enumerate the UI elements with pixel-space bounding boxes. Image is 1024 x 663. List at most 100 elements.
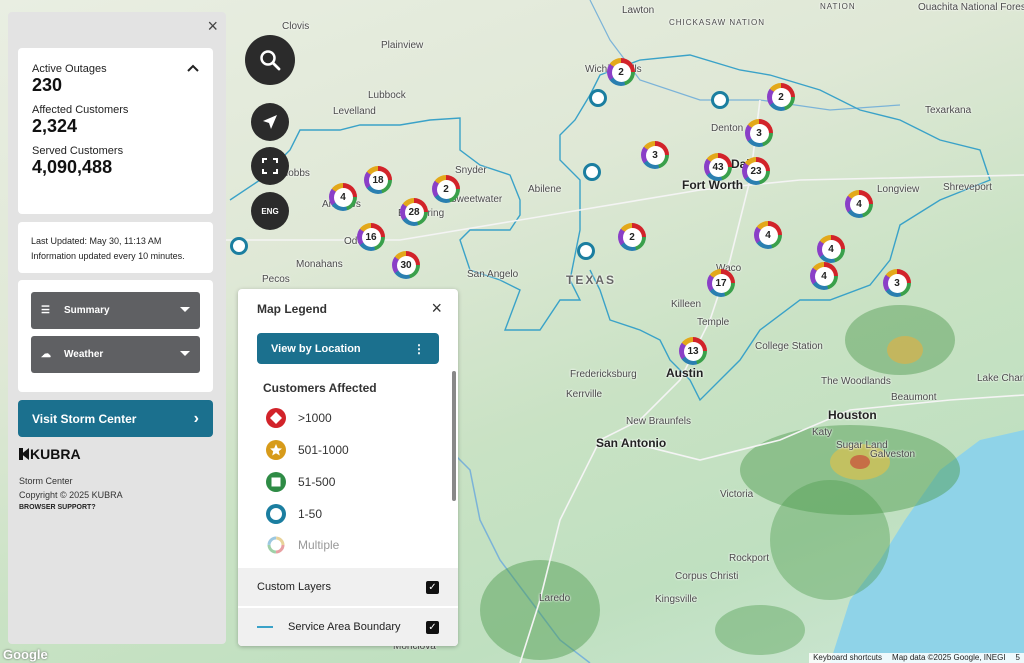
place-label: Houston	[828, 408, 877, 422]
outage-cluster[interactable]: 2	[618, 223, 646, 251]
green-square-icon	[266, 472, 286, 492]
cluster-count: 4	[758, 225, 778, 245]
outage-cluster[interactable]: 3	[745, 119, 773, 147]
legend-scrollbar[interactable]	[452, 371, 456, 501]
legend-item-label: 501-1000	[298, 443, 349, 457]
close-icon[interactable]: ×	[207, 16, 218, 37]
outage-cluster[interactable]: 2	[767, 83, 795, 111]
map-attribution: Keyboard shortcuts Map data ©2025 Google…	[809, 653, 1024, 663]
place-label: Beaumont	[891, 392, 937, 403]
custom-layers-checkbox[interactable]: ✓	[426, 580, 439, 594]
boundary-line-icon	[257, 626, 273, 628]
my-location-button[interactable]	[251, 103, 289, 141]
outage-marker-1-50[interactable]	[583, 163, 601, 181]
place-label: Lawton	[622, 5, 655, 16]
custom-layers-label: Custom Layers	[257, 581, 331, 593]
legend-item-1-50: 1-50	[265, 503, 322, 525]
place-label: Texarkana	[925, 105, 972, 116]
map-data-text: Map data ©2025 Google, INEGI	[892, 653, 1006, 662]
view-by-location-button[interactable]: View by Location ⋮	[257, 333, 439, 364]
outage-cluster[interactable]: 4	[810, 262, 838, 290]
outage-summary-panel: × Active Outages 230 Affected Customers …	[8, 12, 226, 644]
cluster-count: 23	[746, 161, 766, 181]
outage-cluster[interactable]: 28	[400, 198, 428, 226]
cluster-count: 43	[708, 157, 728, 177]
legend-item-label: >1000	[298, 411, 332, 425]
browser-support-link[interactable]: BROWSER SUPPORT?	[19, 504, 123, 511]
outage-cluster[interactable]: 18	[364, 166, 392, 194]
update-frequency-text: Information updated every 10 minutes.	[31, 251, 185, 261]
cluster-count: 2	[436, 179, 456, 199]
place-label: Levelland	[333, 106, 376, 117]
close-icon[interactable]: ×	[431, 298, 442, 319]
map-legend: Map Legend × View by Location ⋮ Customer…	[238, 289, 458, 646]
copyright-text: Copyright © 2025 KUBRA	[19, 490, 123, 500]
outage-cluster[interactable]: 2	[607, 58, 635, 86]
legend-item-over-1000: >1000	[265, 407, 332, 429]
place-label: Victoria	[720, 489, 754, 500]
outage-cluster[interactable]: 13	[679, 337, 707, 365]
service-area-row: Service Area Boundary ✓	[238, 608, 458, 646]
weather-dropdown[interactable]: ☁ Weather	[31, 336, 200, 373]
keyboard-shortcuts-link[interactable]: Keyboard shortcuts	[813, 653, 882, 663]
place-label: New Braunfels	[626, 416, 692, 427]
chevron-up-icon[interactable]	[185, 60, 201, 76]
summary-dropdown[interactable]: ☰ Summary	[31, 292, 200, 329]
outage-marker-1-50[interactable]	[577, 242, 595, 260]
fullscreen-button[interactable]	[251, 147, 289, 185]
outage-marker-1-50[interactable]	[589, 89, 607, 107]
outage-cluster[interactable]: 4	[817, 235, 845, 263]
outage-cluster[interactable]: 3	[883, 269, 911, 297]
cluster-count: 3	[749, 123, 769, 143]
place-label: Lake Charle	[977, 373, 1024, 384]
weather-label: Weather	[64, 349, 104, 360]
more-options-icon[interactable]: ⋮	[413, 342, 425, 356]
place-label: Kingsville	[655, 594, 698, 605]
search-button[interactable]	[245, 35, 295, 85]
outage-cluster[interactable]: 2	[432, 175, 460, 203]
place-label: Killeen	[671, 299, 702, 310]
outage-cluster[interactable]: 3	[641, 141, 669, 169]
kubra-logo: KUBRA	[19, 446, 123, 462]
outage-cluster[interactable]: 17	[707, 269, 735, 297]
place-label: Abilene	[528, 184, 562, 195]
legend-item-multiple: Multiple	[265, 534, 339, 556]
cluster-count: 4	[849, 194, 869, 214]
place-label: Pecos	[262, 274, 290, 285]
outage-cluster[interactable]: 43	[704, 153, 732, 181]
visit-storm-center-button[interactable]: Visit Storm Center ›	[18, 400, 213, 437]
place-label: Katy	[812, 427, 833, 438]
outage-cluster[interactable]: 4	[329, 183, 357, 211]
outage-cluster[interactable]: 16	[357, 223, 385, 251]
google-logo: Google	[3, 647, 48, 662]
outage-cluster[interactable]: 4	[754, 221, 782, 249]
place-label: Monahans	[296, 259, 343, 270]
place-label: Denton	[711, 123, 744, 134]
custom-layers-row: Custom Layers ✓	[238, 568, 458, 606]
place-label: Temple	[697, 317, 730, 328]
served-customers-value: 4,090,488	[32, 157, 113, 177]
service-area-checkbox[interactable]: ✓	[426, 620, 439, 634]
place-label: Laredo	[539, 593, 571, 604]
cluster-count: 3	[887, 273, 907, 293]
outage-marker-1-50[interactable]	[711, 91, 729, 109]
cluster-count: 2	[611, 62, 631, 82]
cluster-count: 2	[771, 87, 791, 107]
place-label: Longview	[877, 184, 920, 195]
place-label: Kerrville	[566, 389, 603, 400]
search-icon	[260, 50, 281, 71]
place-label: San Angelo	[467, 269, 519, 280]
caret-down-icon	[180, 307, 190, 312]
place-label: Plainview	[381, 40, 424, 51]
summary-label: Summary	[64, 305, 110, 316]
legend-item-501-1000: 501-1000	[265, 439, 349, 461]
outage-cluster[interactable]: 4	[845, 190, 873, 218]
location-arrow-icon	[263, 115, 277, 129]
red-diamond-icon	[266, 408, 286, 428]
outage-marker-1-50[interactable]	[230, 237, 248, 255]
language-button[interactable]: ENG	[251, 192, 289, 230]
outage-cluster[interactable]: 30	[392, 251, 420, 279]
legend-item-label: 1-50	[298, 507, 323, 521]
place-label: Snyder	[455, 165, 487, 176]
outage-cluster[interactable]: 23	[742, 157, 770, 185]
